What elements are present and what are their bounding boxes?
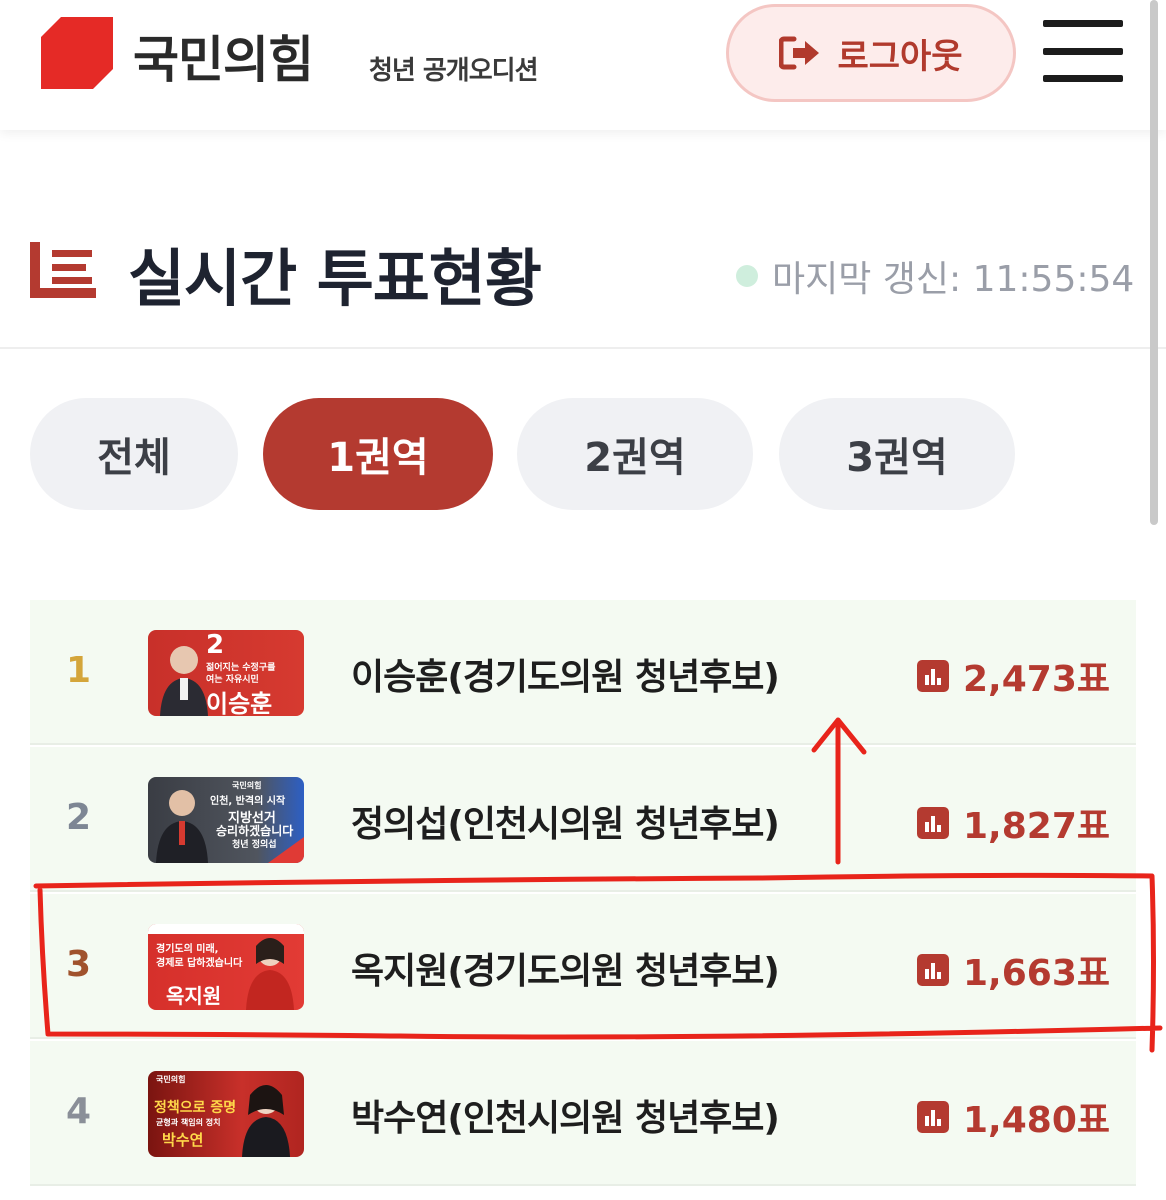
- thumb-slogan: 경제로 답하겠습니다: [156, 958, 243, 969]
- thumb-slogan: 균형과 책임의 정치: [156, 1118, 221, 1127]
- tab-region-2[interactable]: 2권역: [517, 398, 753, 510]
- vote-count-text: 1,663표: [963, 953, 1110, 994]
- vote-count-text: 1,480표: [963, 1100, 1110, 1141]
- candidate-name: 옥지원(경기도의원 청년후보): [351, 951, 780, 992]
- bar-chart-icon: [917, 954, 949, 986]
- brand-subtitle: 청년 공개오디션: [369, 56, 538, 86]
- list-icon: [30, 242, 96, 298]
- divider: [0, 347, 1166, 349]
- candidate-row[interactable]: 2 국민의힘 인천, 반격의 시작 지방선거 승리하겠습니다 청년 정의섭 정의…: [30, 747, 1136, 892]
- vote-count: 1,663표: [917, 944, 1110, 996]
- sign-out-icon: [779, 36, 820, 70]
- thumb-number: 2: [206, 630, 225, 660]
- bar-chart-icon: [917, 660, 949, 692]
- rank-number: 4: [66, 1091, 92, 1132]
- candidate-thumbnail: 2 젊어지는 수정구를 여는 자유시민 이승훈: [148, 630, 304, 716]
- thumb-slogan: 정책으로 증명: [154, 1100, 237, 1116]
- thumb-slogan: 인천, 반격의 시작: [210, 796, 286, 807]
- candidate-name: 정의섭(인천시의원 청년후보): [351, 804, 780, 845]
- vote-count-text: 1,827표: [963, 806, 1110, 847]
- logout-button[interactable]: 로그아웃: [726, 4, 1016, 102]
- live-status-dot: [736, 265, 758, 287]
- tab-all[interactable]: 전체: [30, 398, 238, 510]
- thumb-name: 박수연: [162, 1131, 204, 1149]
- candidate-thumbnail: 국민의힘 인천, 반격의 시작 지방선거 승리하겠습니다 청년 정의섭: [148, 777, 304, 863]
- tab-region-3[interactable]: 3권역: [779, 398, 1015, 510]
- bar-chart-icon: [917, 1101, 949, 1133]
- scrollbar[interactable]: [1150, 0, 1158, 525]
- candidate-list: 1 2 젊어지는 수정구를 여는 자유시민 이승훈 이승훈(경기도의원 청년후보…: [30, 600, 1136, 1200]
- thumb-name: 이승훈: [206, 690, 273, 716]
- vote-count: 2,473표: [917, 650, 1110, 702]
- candidate-name: 박수연(인천시의원 청년후보): [351, 1098, 780, 1139]
- logout-label: 로그아웃: [837, 36, 963, 77]
- thumb-party: 국민의힘: [232, 781, 262, 790]
- last-updated-text: 마지막 갱신: 11:55:54: [772, 259, 1135, 300]
- rank-number: 1: [66, 650, 92, 691]
- rank-number: 2: [66, 797, 92, 838]
- candidate-thumbnail: 국민의힘 정책으로 증명 균형과 책임의 정치 박수연: [148, 1071, 304, 1157]
- bar-chart-icon: [917, 807, 949, 839]
- page-title: 실시간 투표현황: [128, 242, 542, 315]
- thumb-name: 청년 정의섭: [232, 840, 277, 850]
- tab-region-1[interactable]: 1권역: [263, 398, 493, 510]
- candidate-row[interactable]: 3 경기도의 미래, 경제로 답하겠습니다 옥지원 옥지원(경기도의원 청년후보…: [30, 894, 1136, 1039]
- candidate-thumbnail: 경기도의 미래, 경제로 답하겠습니다 옥지원: [148, 924, 304, 1010]
- last-updated: 마지막 갱신: 11:55:54: [736, 250, 1134, 302]
- vote-count: 1,827표: [917, 797, 1110, 849]
- party-logo-icon[interactable]: [41, 17, 113, 89]
- hamburger-menu-icon[interactable]: [1043, 20, 1127, 84]
- vote-count: 1,480표: [917, 1091, 1110, 1143]
- thumb-party: 국민의힘: [156, 1075, 186, 1084]
- rank-number: 3: [66, 944, 92, 985]
- thumb-name: 옥지원: [166, 984, 222, 1008]
- candidate-row[interactable]: 1 2 젊어지는 수정구를 여는 자유시민 이승훈 이승훈(경기도의원 청년후보…: [30, 600, 1136, 745]
- top-header: 국민의힘 청년 공개오디션 로그아웃: [0, 0, 1166, 130]
- candidate-name: 이승훈(경기도의원 청년후보): [351, 657, 780, 698]
- brand-name[interactable]: 국민의힘: [133, 20, 314, 92]
- vote-count-text: 2,473표: [963, 659, 1110, 700]
- candidate-row[interactable]: 4 국민의힘 정책으로 증명 균형과 책임의 정치 박수연 박수연(인천시의원 …: [30, 1041, 1136, 1186]
- thumb-slogan: 경기도의 미래,: [156, 944, 219, 955]
